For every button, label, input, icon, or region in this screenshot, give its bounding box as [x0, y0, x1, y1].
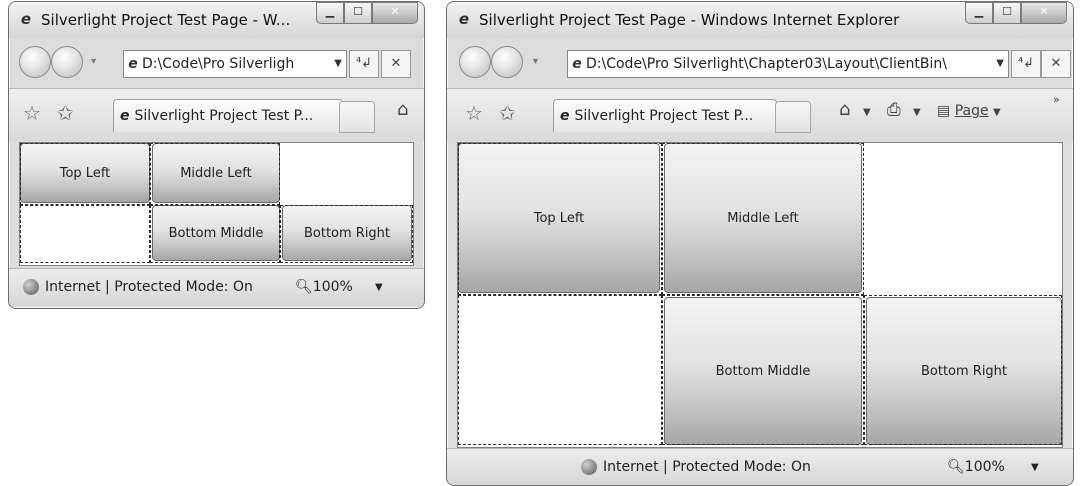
ie-logo-icon: e	[20, 10, 32, 28]
page-dropdown-icon: ▼	[993, 107, 1001, 118]
ie-logo-icon: e	[458, 10, 470, 28]
status-bar: Internet | Protected Mode: On 🔍︎100% ▼	[9, 268, 424, 307]
tab-label: Silverlight Project Test P...	[574, 108, 754, 124]
favorites-star-icon[interactable]: ☆	[465, 101, 483, 125]
home-dropdown-icon[interactable]: ▼	[863, 107, 871, 118]
address-text: D:\Code\Pro Silverlight\Chapter03\Layout…	[586, 56, 947, 72]
zoom-level: 100%	[964, 459, 1005, 475]
browser-window-large: e Silverlight Project Test Page - Window…	[446, 1, 1074, 486]
tab-bar: ☆ ✩ e Silverlight Project Test P... ⌂ ▼ ⎙…	[447, 88, 1073, 141]
print-dropdown-icon[interactable]: ▼	[913, 107, 921, 118]
grid-cell-bottom-left	[20, 205, 150, 263]
status-zone: Internet | Protected Mode: On	[23, 279, 253, 295]
status-text: Internet | Protected Mode: On	[45, 279, 253, 295]
tab-label: Silverlight Project Test P...	[134, 108, 314, 124]
magnifier-icon: 🔍︎	[295, 279, 313, 295]
stop-button[interactable]: ✕	[1041, 50, 1071, 78]
zoom-control[interactable]: 🔍︎100%	[947, 459, 1005, 475]
add-favorites-icon[interactable]: ✩	[57, 101, 74, 125]
address-dropdown-icon[interactable]: ▼	[334, 51, 342, 77]
page-menu-label: Page	[954, 103, 989, 119]
status-text: Internet | Protected Mode: On	[603, 459, 811, 475]
tab-bar: ☆ ✩ e Silverlight Project Test P... ⌂	[9, 88, 424, 141]
favorites-star-icon[interactable]: ☆	[23, 101, 41, 125]
status-zone: Internet | Protected Mode: On	[581, 459, 811, 475]
history-dropdown-icon[interactable]: ▾	[533, 56, 538, 67]
stop-button[interactable]: ✕	[381, 50, 411, 78]
zoom-dropdown-icon[interactable]: ▼	[1031, 462, 1039, 473]
magnifier-icon: 🔍︎	[947, 459, 965, 475]
navigation-bar: ▾ e D:\Code\Pro Silverligh ▼ ⁴↲ ✕	[9, 38, 424, 88]
minimize-button[interactable]: ▁	[965, 2, 993, 24]
zoom-dropdown-icon[interactable]: ▼	[375, 282, 383, 293]
globe-icon	[581, 459, 597, 475]
home-icon[interactable]: ⌂	[397, 99, 408, 120]
close-button[interactable]: ✕	[372, 2, 418, 24]
grid-cell-top-middle	[662, 143, 864, 295]
zoom-control[interactable]: 🔍︎100%	[295, 279, 353, 295]
caption-buttons: ▁ ☐ ✕	[316, 2, 418, 24]
ie-page-icon: e	[128, 56, 138, 72]
address-dropdown-icon[interactable]: ▼	[996, 51, 1004, 77]
maximize-button[interactable]: ☐	[344, 2, 372, 24]
back-button[interactable]	[459, 46, 491, 78]
new-tab-button[interactable]	[775, 101, 811, 133]
grid-cell-bottom-right	[864, 295, 1062, 445]
ie-page-icon: e	[572, 56, 582, 72]
silverlight-content: Top Left Middle Left Bottom Middle Botto…	[19, 142, 414, 266]
more-commands-icon[interactable]: »	[1053, 93, 1060, 106]
close-button[interactable]: ✕	[1021, 2, 1067, 24]
home-icon[interactable]: ⌂	[839, 99, 850, 120]
maximize-button[interactable]: ☐	[993, 2, 1021, 24]
grid-cell-top-middle	[150, 143, 280, 205]
navigation-bar: ▾ e D:\Code\Pro Silverlight\Chapter03\Lay…	[447, 38, 1073, 88]
window-title: Silverlight Project Test Page - Windows …	[479, 11, 900, 29]
grid-cell-bottom-right	[280, 205, 413, 263]
window-title: Silverlight Project Test Page - W...	[41, 11, 291, 29]
page-menu[interactable]: ▤ Page ▼	[937, 103, 1001, 119]
silverlight-content: Top Left Middle Left Bottom Middle Botto…	[457, 142, 1063, 448]
history-dropdown-icon[interactable]: ▾	[91, 56, 96, 67]
refresh-button[interactable]: ⁴↲	[349, 50, 379, 78]
zoom-level: 100%	[312, 279, 353, 295]
refresh-button[interactable]: ⁴↲	[1011, 50, 1041, 78]
grid-cell-top-left	[20, 143, 150, 205]
back-button[interactable]	[19, 46, 51, 78]
title-bar: e Silverlight Project Test Page - W... ▁…	[9, 2, 424, 38]
forward-button[interactable]	[51, 46, 83, 78]
caption-buttons: ▁ ☐ ✕	[965, 2, 1067, 24]
tab-active[interactable]: e Silverlight Project Test P...	[113, 99, 343, 132]
browser-window-small: e Silverlight Project Test Page - W... ▁…	[8, 1, 425, 309]
address-text: D:\Code\Pro Silverligh	[142, 56, 295, 72]
ie-tab-icon: e	[560, 108, 570, 124]
page-icon: ▤	[937, 103, 951, 119]
grid-cell-bottom-middle	[662, 295, 864, 445]
print-icon[interactable]: ⎙	[887, 100, 901, 120]
tab-active[interactable]: e Silverlight Project Test P...	[553, 99, 777, 132]
new-tab-button[interactable]	[339, 101, 375, 133]
ie-tab-icon: e	[120, 108, 130, 124]
minimize-button[interactable]: ▁	[316, 2, 344, 24]
globe-icon	[23, 279, 39, 295]
grid-cell-top-left	[458, 143, 662, 295]
forward-button[interactable]	[491, 46, 523, 78]
add-favorites-icon[interactable]: ✩	[499, 101, 516, 125]
grid-cell-bottom-left	[458, 295, 662, 445]
address-bar[interactable]: e D:\Code\Pro Silverlight\Chapter03\Layou…	[567, 50, 1009, 78]
title-bar: e Silverlight Project Test Page - Window…	[447, 2, 1073, 38]
address-bar[interactable]: e D:\Code\Pro Silverligh ▼	[123, 50, 347, 78]
status-bar: Internet | Protected Mode: On 🔍︎100% ▼	[447, 448, 1073, 485]
grid-cell-bottom-middle	[150, 205, 280, 263]
